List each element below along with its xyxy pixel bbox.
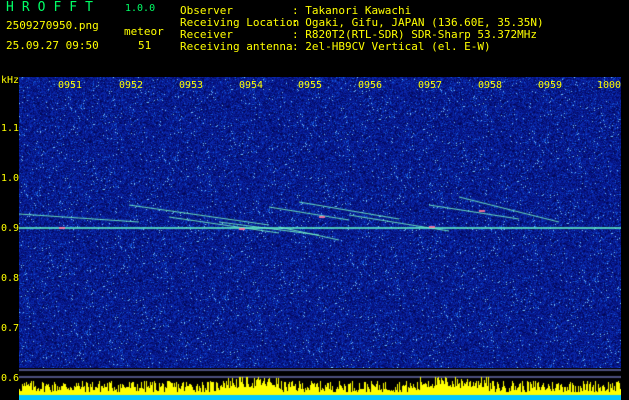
x-tick-0957: 0957 bbox=[418, 80, 443, 91]
x-tick-0952: 0952 bbox=[119, 80, 144, 91]
app-title: HROFFT bbox=[6, 0, 101, 15]
y-tick-0.6: 0.6 bbox=[1, 373, 20, 384]
header-panel: HROFFT 1.0.0 2509270950.png 25.09.27 09:… bbox=[0, 0, 629, 75]
y-tick-0.8: 0.8 bbox=[1, 273, 20, 284]
filename-label: 2509270950.png bbox=[6, 19, 99, 32]
x-tick-0958: 0958 bbox=[478, 80, 503, 91]
signal-level-strip bbox=[19, 368, 621, 400]
x-tick-1000: 1000 bbox=[597, 80, 622, 91]
y-tick-0.9: 0.9 bbox=[1, 223, 20, 234]
version-label: 1.0.0 bbox=[125, 3, 156, 14]
antenna-value: : 2el-HB9CV Vertical (el. E-W) bbox=[292, 40, 491, 53]
y-tick-0.7: 0.7 bbox=[1, 323, 20, 334]
x-tick-0954: 0954 bbox=[239, 80, 264, 91]
event-count: 51 bbox=[138, 39, 152, 52]
x-tick-0951: 0951 bbox=[58, 80, 83, 91]
y-unit-label: kHz bbox=[1, 75, 20, 86]
y-tick-1.1: 1.1 bbox=[1, 123, 20, 134]
antenna-key: Receiving antenna bbox=[180, 40, 293, 53]
y-tick-1.0: 1.0 bbox=[1, 173, 20, 184]
datetime-label: 25.09.27 09:50 bbox=[6, 39, 99, 52]
x-tick-0959: 0959 bbox=[538, 80, 563, 91]
event-type-label: meteor bbox=[124, 25, 164, 38]
x-tick-0956: 0956 bbox=[358, 80, 383, 91]
x-tick-0955: 0955 bbox=[298, 80, 323, 91]
spectrogram-canvas bbox=[19, 77, 621, 368]
x-tick-0953: 0953 bbox=[179, 80, 204, 91]
